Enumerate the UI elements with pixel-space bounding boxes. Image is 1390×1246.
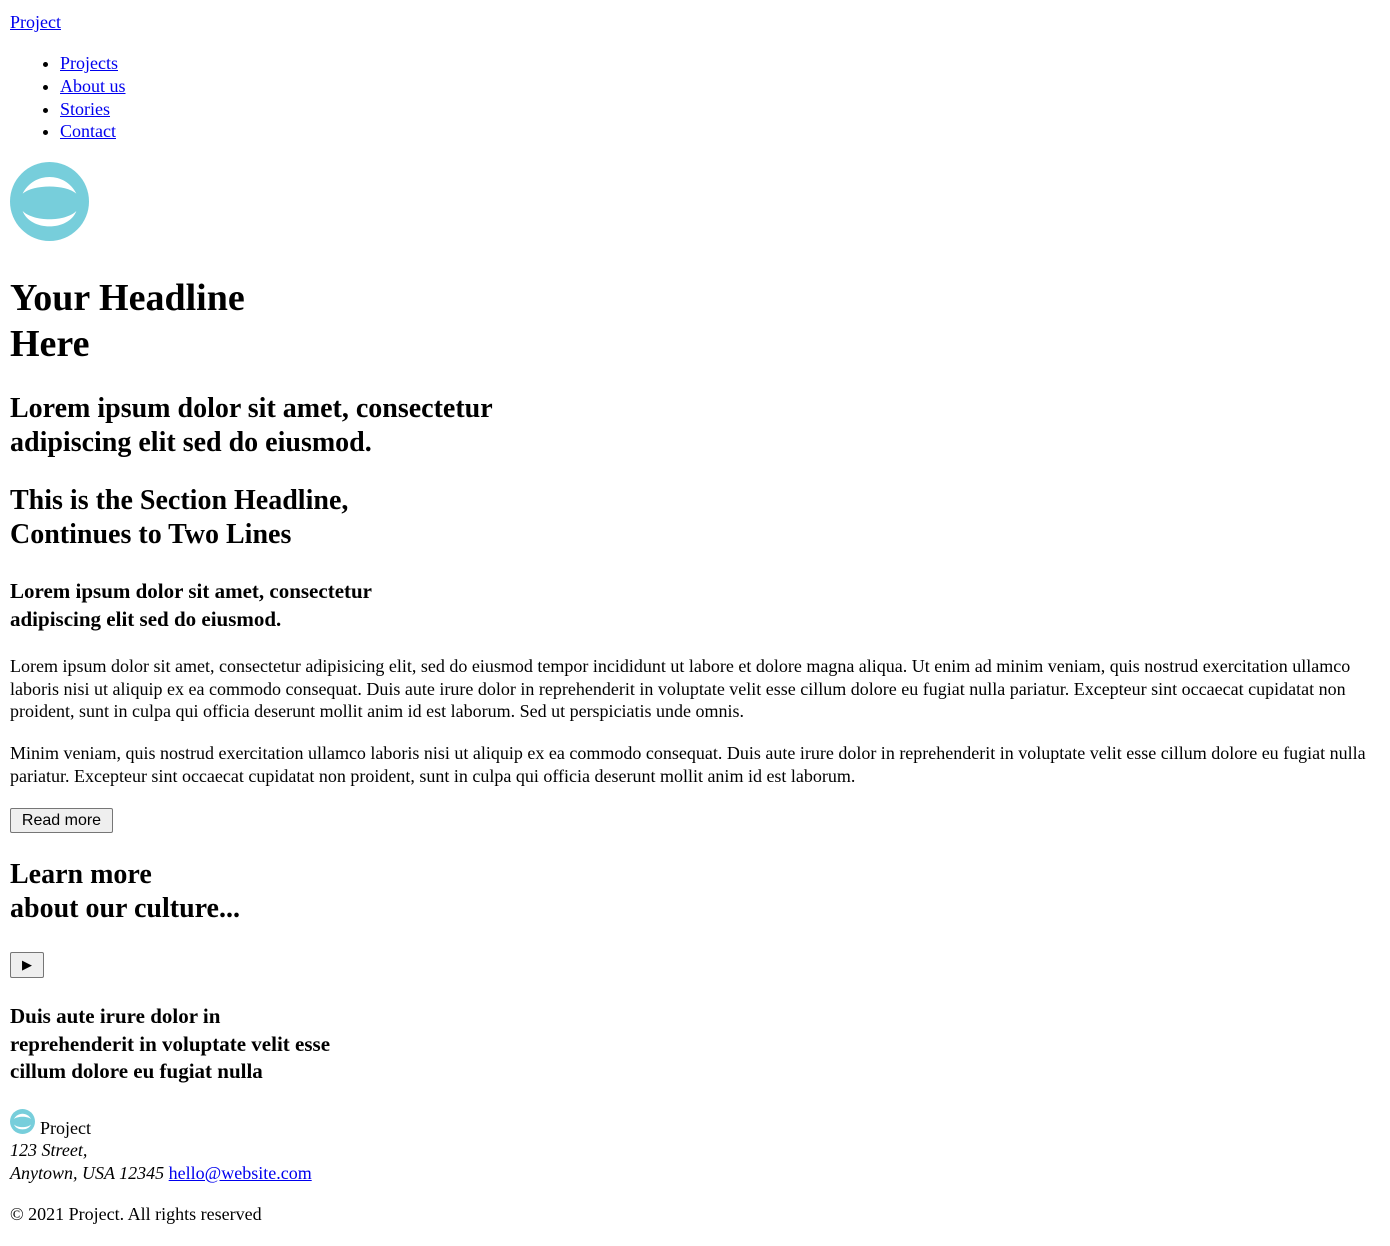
culture-quote: Duis aute irure dolor in reprehenderit in… <box>10 1004 331 1083</box>
main-nav: Projects About us Stories Contact <box>10 52 126 143</box>
nav-item-stories: Stories <box>60 98 126 121</box>
nav-link-stories[interactable]: Stories <box>60 99 110 119</box>
nav-item-contact: Contact <box>60 120 126 143</box>
play-video-button[interactable]: ▶ <box>10 952 44 978</box>
footer-logo-icon <box>10 1109 35 1134</box>
nav-link-contact[interactable]: Contact <box>60 121 116 141</box>
footer-brand-name: Project <box>40 1118 91 1138</box>
culture-headline: Learn more about our culture... <box>10 859 240 924</box>
footer-email-link[interactable]: hello@website.com <box>169 1163 312 1183</box>
hero-headline: Your Headline Here <box>10 277 245 365</box>
hero-subheadline: Lorem ipsum dolor sit amet, consectetur a… <box>10 393 493 458</box>
nav-link-projects[interactable]: Projects <box>60 53 118 73</box>
address-city: Anytown, USA 12345 <box>10 1162 165 1183</box>
read-more-button[interactable]: Read more <box>10 808 113 833</box>
section-headline: This is the Section Headline, Continues t… <box>10 485 349 550</box>
play-icon: ▶ <box>22 957 32 972</box>
section-paragraph-1: Lorem ipsum dolor sit amet, consectetur … <box>10 656 1351 721</box>
section-paragraph-2: Minim veniam, quis nostrud exercitation … <box>10 743 1366 786</box>
nav-item-about: About us <box>60 75 126 98</box>
nav-link-about[interactable]: About us <box>60 76 126 96</box>
nav-item-projects: Projects <box>60 52 126 75</box>
section-subheadline: Lorem ipsum dolor sit amet, consectetur a… <box>10 579 373 631</box>
brand-link[interactable]: Project <box>10 11 61 33</box>
copyright-text: © 2021 Project. All rights reserved <box>10 1204 262 1224</box>
address-street: 123 Street, <box>10 1140 88 1160</box>
footer-address: 123 Street, Anytown, USA 12345 hello@web… <box>10 1139 312 1184</box>
wave-circle-logo-icon <box>10 162 89 241</box>
